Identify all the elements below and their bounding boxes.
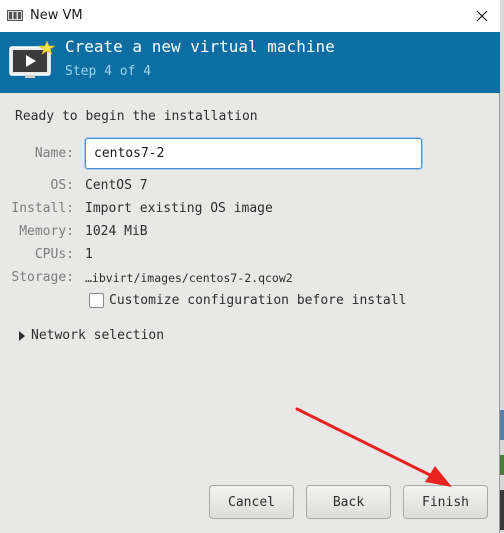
memory-label: Memory: bbox=[19, 224, 74, 239]
window-title: New VM bbox=[30, 8, 83, 23]
back-button[interactable]: Back bbox=[306, 485, 391, 519]
install-label: Install: bbox=[11, 201, 74, 216]
ready-heading: Ready to begin the installation bbox=[15, 109, 258, 124]
storage-value: …ibvirt/images/centos7-2.qcow2 bbox=[85, 271, 293, 285]
customize-config-checkbox[interactable] bbox=[89, 293, 104, 308]
os-value: CentOS 7 bbox=[85, 178, 148, 193]
vm-manager-icon bbox=[7, 10, 23, 21]
background-window-strip bbox=[500, 0, 504, 533]
new-vm-icon bbox=[9, 41, 55, 78]
network-selection-expander[interactable]: Network selection bbox=[19, 328, 164, 343]
header-banner: Create a new virtual machine Step 4 of 4 bbox=[0, 32, 500, 93]
os-label: OS: bbox=[50, 178, 74, 193]
close-button[interactable] bbox=[470, 5, 494, 27]
install-value: Import existing OS image bbox=[85, 201, 273, 216]
expander-arrow-icon bbox=[19, 330, 25, 341]
title-bar: New VM bbox=[0, 0, 500, 32]
customize-config-label[interactable]: Customize configuration before install bbox=[109, 293, 406, 308]
storage-label: Storage: bbox=[11, 270, 74, 285]
cpus-label: CPUs: bbox=[34, 247, 74, 262]
name-input[interactable] bbox=[85, 138, 422, 169]
banner-title: Create a new virtual machine bbox=[65, 37, 335, 56]
cpus-value: 1 bbox=[85, 247, 93, 262]
step-indicator: Step 4 of 4 bbox=[65, 64, 152, 79]
name-label: Name: bbox=[34, 146, 74, 161]
finish-button[interactable]: Finish bbox=[403, 485, 488, 519]
cancel-button[interactable]: Cancel bbox=[209, 485, 294, 519]
new-vm-dialog: New VM Create a new virtual machine Step… bbox=[0, 0, 500, 533]
close-icon bbox=[476, 10, 488, 22]
memory-value: 1024 MiB bbox=[85, 224, 148, 239]
network-selection-label[interactable]: Network selection bbox=[31, 328, 164, 343]
customize-config-checkbox-row[interactable]: Customize configuration before install bbox=[89, 293, 406, 308]
